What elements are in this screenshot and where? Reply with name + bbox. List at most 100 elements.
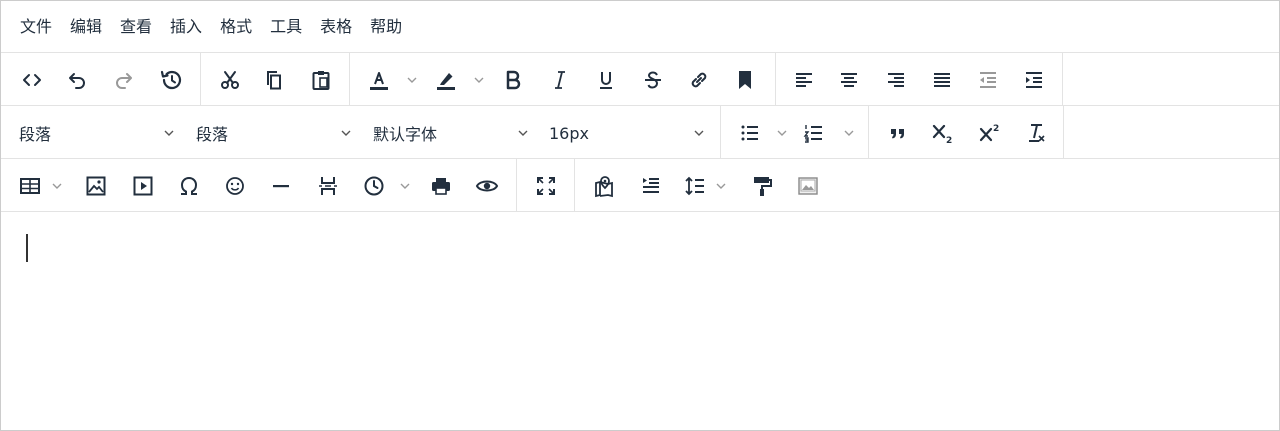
cut-button[interactable]: [213, 63, 247, 97]
block-format-label: 段落: [19, 125, 52, 144]
italic-button[interactable]: [543, 63, 577, 97]
source-code-button[interactable]: [15, 63, 49, 97]
undo-icon: [69, 73, 85, 89]
text-color-dropdown[interactable]: [404, 63, 420, 97]
chevron-down-icon: [341, 130, 351, 136]
line-spacing-button[interactable]: [634, 169, 668, 203]
font-size-label: 16px: [549, 123, 589, 143]
bold-button[interactable]: [496, 63, 530, 97]
paste-button[interactable]: [304, 63, 338, 97]
insert-datetime-button[interactable]: [357, 169, 391, 203]
superscript-icon: 2: [979, 124, 999, 142]
table-button[interactable]: [13, 169, 47, 203]
menu-tools[interactable]: 工具: [261, 10, 311, 44]
text-color-icon: [370, 72, 388, 90]
line-height-dropdown[interactable]: [713, 169, 729, 203]
outdent-button[interactable]: [971, 63, 1005, 97]
image-gallery-button[interactable]: [791, 169, 825, 203]
underline-button[interactable]: [589, 63, 623, 97]
strikethrough-button[interactable]: [636, 63, 670, 97]
paragraph-format-label: 段落: [196, 125, 229, 144]
format-painter-button[interactable]: [745, 169, 779, 203]
media-icon: [133, 176, 153, 196]
highlight-color-button[interactable]: [429, 63, 463, 97]
italic-icon: [555, 71, 565, 89]
font-family-label: 默认字体: [373, 125, 438, 144]
menu-table[interactable]: 表格: [311, 10, 361, 44]
indent-button[interactable]: [1017, 63, 1051, 97]
align-justify-button[interactable]: [925, 63, 959, 97]
font-family-select[interactable]: 默认字体: [365, 116, 537, 150]
fullscreen-button[interactable]: [529, 169, 563, 203]
emoticons-button[interactable]: [218, 169, 252, 203]
bold-icon: [506, 70, 521, 90]
map-button[interactable]: [587, 169, 621, 203]
bullet-list-icon: [741, 125, 758, 141]
menu-help[interactable]: 帮助: [361, 10, 411, 44]
line-height-button[interactable]: [678, 169, 712, 203]
align-justify-icon: [934, 73, 950, 87]
numbered-list-dropdown[interactable]: [841, 116, 857, 150]
emoticon-icon: [226, 177, 244, 195]
remove-format-icon: [1029, 124, 1045, 142]
restore-draft-icon: [160, 70, 182, 90]
align-right-button[interactable]: [879, 63, 913, 97]
menu-edit[interactable]: 编辑: [61, 10, 111, 44]
page-break-icon: [319, 177, 337, 195]
menu-view[interactable]: 查看: [111, 10, 161, 44]
copy-icon: [267, 71, 281, 90]
image-gallery-icon: [798, 177, 818, 195]
preview-button[interactable]: [470, 169, 504, 203]
page-break-button[interactable]: [311, 169, 345, 203]
subscript-button[interactable]: 2: [926, 116, 960, 150]
paste-icon: [312, 71, 330, 90]
numbered-list-button[interactable]: [797, 116, 831, 150]
chevron-down-icon: [52, 183, 62, 189]
toolbar-group-history: [1, 53, 201, 105]
align-right-icon: [888, 73, 904, 87]
bullet-list-button[interactable]: [733, 116, 767, 150]
align-center-button[interactable]: [832, 63, 866, 97]
redo-button[interactable]: [107, 63, 141, 97]
editor-content-area[interactable]: [1, 212, 1279, 430]
svg-text:2: 2: [993, 124, 999, 134]
blockquote-icon: [891, 129, 904, 139]
toolbar-group-selects: 段落 段落 默认字体 16px: [1, 106, 721, 158]
chevron-down-icon: [407, 77, 417, 83]
cut-icon: [221, 71, 239, 89]
media-button[interactable]: [126, 169, 160, 203]
bookmark-button[interactable]: [728, 63, 762, 97]
line-spacing-icon: [643, 178, 659, 193]
toolbar-group-formatting: [350, 53, 776, 105]
subscript-icon: 2: [932, 124, 952, 145]
toolbar-row-2: 段落 段落 默认字体 16px 2 2: [1, 106, 1279, 159]
bullet-list-dropdown[interactable]: [774, 116, 790, 150]
insert-datetime-dropdown[interactable]: [397, 169, 413, 203]
chevron-down-icon: [777, 130, 787, 136]
horizontal-rule-icon: [273, 185, 289, 188]
text-color-button[interactable]: [362, 63, 396, 97]
link-button[interactable]: [682, 63, 716, 97]
superscript-button[interactable]: 2: [973, 116, 1007, 150]
special-character-button[interactable]: [172, 169, 206, 203]
horizontal-rule-button[interactable]: [264, 169, 298, 203]
chevron-down-icon: [474, 77, 484, 83]
highlight-color-dropdown[interactable]: [471, 63, 487, 97]
font-size-select[interactable]: 16px: [541, 116, 713, 150]
restore-draft-button[interactable]: [154, 63, 188, 97]
remove-format-button[interactable]: [1019, 116, 1053, 150]
paragraph-format-select[interactable]: 段落: [188, 116, 360, 150]
undo-button[interactable]: [60, 63, 94, 97]
align-left-button[interactable]: [787, 63, 821, 97]
print-button[interactable]: [424, 169, 458, 203]
image-button[interactable]: [79, 169, 113, 203]
code-icon: [23, 74, 41, 86]
chevron-down-icon: [844, 130, 854, 136]
table-dropdown[interactable]: [49, 169, 65, 203]
copy-button[interactable]: [257, 63, 291, 97]
block-format-select[interactable]: 段落: [11, 116, 183, 150]
menu-insert[interactable]: 插入: [161, 10, 211, 44]
menu-format[interactable]: 格式: [211, 10, 261, 44]
menu-file[interactable]: 文件: [11, 10, 61, 44]
blockquote-button[interactable]: [881, 116, 915, 150]
